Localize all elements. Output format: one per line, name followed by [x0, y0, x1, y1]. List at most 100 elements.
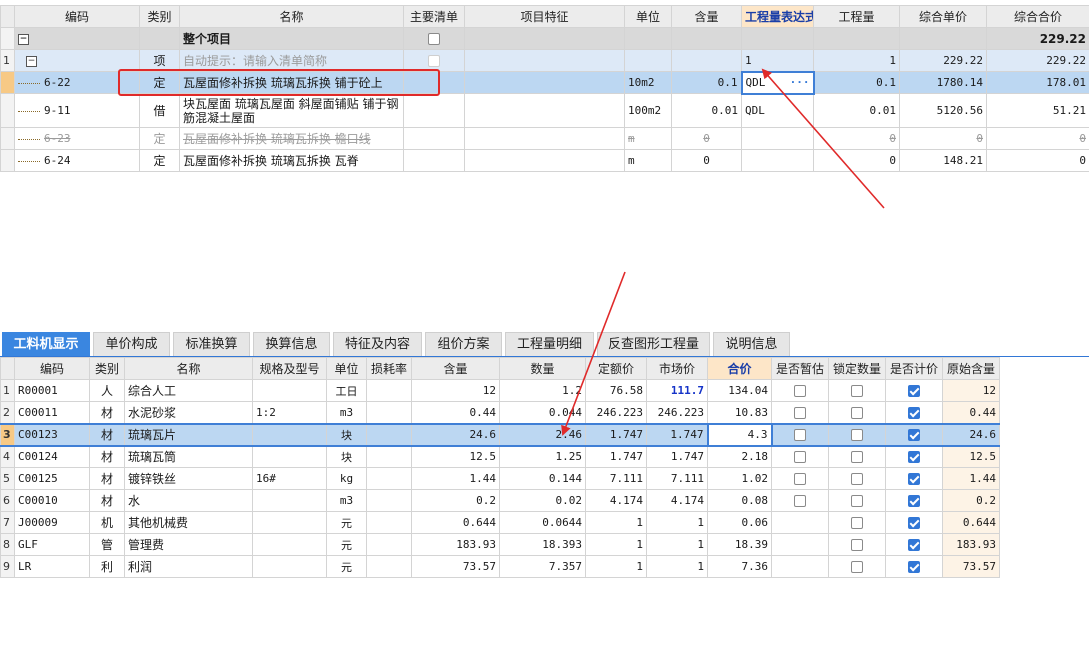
whole-project-row[interactable]: − 整个项目 229.22: [0, 27, 1089, 50]
temporary-checkbox-cell[interactable]: [771, 511, 829, 534]
tab-quantity-detail[interactable]: 工程量明细: [505, 332, 594, 356]
unit-cell[interactable]: 10m2: [624, 71, 672, 94]
resource-row[interactable]: 4 C00124 材琉璃瓦筒块 12.5 1.25 1.747 1.747 2.18 12.5: [0, 445, 1000, 468]
content-cell[interactable]: [671, 49, 742, 72]
qty-cell[interactable]: 0.01: [813, 93, 900, 128]
tab-pricing-scheme[interactable]: 组价方案: [425, 332, 502, 356]
resource-row[interactable]: 9 LR 利利润元 73.57 7.357 1 1 7.36 73.57: [0, 555, 1000, 578]
quantity-cell[interactable]: 0.044: [499, 401, 586, 424]
col-features[interactable]: 项目特征: [464, 5, 625, 28]
unit-cell[interactable]: kg: [326, 467, 367, 490]
lock-quantity-checkbox[interactable]: [851, 451, 863, 464]
quota-row[interactable]: 6-24 定 瓦屋面修补拆换 琉璃瓦拆换 瓦脊 m 0 0 148.21 0: [0, 149, 1089, 172]
lock-quantity-checkbox-cell[interactable]: [828, 467, 886, 490]
is-priced-checkbox[interactable]: [908, 517, 920, 529]
name-cell[interactable]: 管理费: [124, 533, 253, 556]
market-price-cell[interactable]: 7.111: [646, 467, 708, 490]
code-cell[interactable]: C00124: [14, 445, 90, 468]
lock-quantity-checkbox[interactable]: [851, 561, 863, 573]
loss-rate-cell[interactable]: [366, 422, 412, 447]
content-cell[interactable]: 12.5: [411, 445, 500, 468]
content-cell[interactable]: 0.644: [411, 511, 500, 534]
name-cell[interactable]: 综合人工: [124, 379, 253, 402]
is-priced-checkbox[interactable]: [908, 451, 920, 464]
name-cell[interactable]: 水: [124, 489, 253, 512]
loss-rate-cell[interactable]: [366, 467, 412, 490]
qty-cell[interactable]: 0.1: [813, 71, 900, 94]
temporary-checkbox-cell[interactable]: [771, 422, 829, 447]
market-price-cell[interactable]: 1.747: [646, 445, 708, 468]
col-unit[interactable]: 单位: [624, 5, 672, 28]
temporary-checkbox-cell[interactable]: [771, 401, 829, 424]
content-cell[interactable]: 183.93: [411, 533, 500, 556]
code-cell[interactable]: C00010: [14, 489, 90, 512]
content-cell[interactable]: 1.44: [411, 467, 500, 490]
content-cell[interactable]: 0.1: [671, 71, 742, 94]
market-price-cell[interactable]: 111.7: [646, 379, 708, 402]
quantity-cell[interactable]: 1.25: [499, 445, 586, 468]
unit-cell[interactable]: 100m2: [624, 93, 672, 128]
col-content[interactable]: 含量: [411, 357, 500, 380]
quota-row-disabled[interactable]: 6-23 定 瓦屋面修补拆换 琉璃瓦拆换 檐口线 m 0 0 0 0: [0, 127, 1089, 150]
unit-cell[interactable]: m: [624, 127, 672, 150]
temporary-checkbox[interactable]: [794, 429, 807, 441]
lock-quantity-checkbox[interactable]: [851, 429, 863, 441]
quantity-cell[interactable]: 2.46: [499, 422, 586, 447]
temporary-checkbox-cell[interactable]: [771, 467, 829, 490]
is-priced-checkbox-cell[interactable]: [885, 401, 943, 424]
col-lock-quantity[interactable]: 锁定数量: [828, 357, 886, 380]
main-list-cell[interactable]: [403, 49, 465, 72]
spec-cell[interactable]: [252, 511, 327, 534]
features-cell[interactable]: [464, 127, 625, 150]
tab-labor-material-machine[interactable]: 工料机显示: [2, 332, 90, 356]
code-cell[interactable]: C00125: [14, 467, 90, 490]
name-cell[interactable]: 琉璃瓦筒: [124, 445, 253, 468]
col-unit-price[interactable]: 综合单价: [899, 5, 987, 28]
is-priced-checkbox-cell[interactable]: [885, 533, 943, 556]
col-name[interactable]: 名称: [179, 5, 404, 28]
is-priced-checkbox[interactable]: [908, 385, 920, 397]
is-priced-checkbox-cell[interactable]: [885, 511, 943, 534]
spec-cell[interactable]: [252, 445, 327, 468]
spec-cell[interactable]: [252, 533, 327, 556]
ellipsis-button[interactable]: ···: [790, 76, 810, 89]
market-price-cell[interactable]: 4.174: [646, 489, 708, 512]
unit-cell[interactable]: 工日: [326, 379, 367, 402]
name-cell[interactable]: 镀锌铁丝: [124, 467, 253, 490]
lock-quantity-checkbox-cell[interactable]: [828, 422, 886, 447]
code-cell[interactable]: −: [14, 49, 140, 72]
tab-description[interactable]: 说明信息: [713, 332, 790, 356]
collapse-icon[interactable]: −: [18, 33, 29, 45]
tab-reverse-graphic-quantity[interactable]: 反查图形工程量: [597, 332, 710, 356]
resource-row[interactable]: 5 C00125 材镀锌铁丝 16# kg 1.44 0.144 7.111 7.111 1.02…: [0, 467, 1000, 490]
name-cell[interactable]: 整个项目: [179, 27, 404, 50]
unit-cell[interactable]: 块: [326, 422, 367, 447]
content-cell[interactable]: 0: [671, 127, 742, 150]
col-total[interactable]: 合价: [707, 357, 772, 380]
col-quantity[interactable]: 数量: [499, 357, 586, 380]
temporary-checkbox[interactable]: [794, 495, 806, 507]
code-cell[interactable]: −: [14, 27, 140, 50]
unit-cell[interactable]: [624, 49, 672, 72]
col-temporary[interactable]: 是否暂估: [771, 357, 829, 380]
qty-cell[interactable]: 0: [813, 127, 900, 150]
name-cell[interactable]: 块瓦屋面 琉璃瓦屋面 斜屋面铺贴 铺于钢筋混凝土屋面: [179, 93, 404, 128]
content-cell[interactable]: 0.01: [671, 93, 742, 128]
code-cell[interactable]: 9-11: [14, 93, 140, 128]
temporary-checkbox-cell[interactable]: [771, 555, 829, 578]
col-type[interactable]: 类别: [139, 5, 180, 28]
code-cell[interactable]: 6-24: [14, 149, 140, 172]
col-market-price[interactable]: 市场价: [646, 357, 708, 380]
unit-cell[interactable]: 元: [326, 511, 367, 534]
content-cell[interactable]: 0.44: [411, 401, 500, 424]
name-cell[interactable]: 琉璃瓦片: [124, 422, 253, 447]
quantity-cell[interactable]: 18.393: [499, 533, 586, 556]
col-quantity[interactable]: 工程量: [813, 5, 900, 28]
features-cell[interactable]: [464, 93, 625, 128]
temporary-checkbox-cell[interactable]: [771, 379, 829, 402]
quantity-cell[interactable]: 7.357: [499, 555, 586, 578]
market-price-cell[interactable]: 1: [646, 533, 708, 556]
resource-row-selected[interactable]: 3 C00123 材琉璃瓦片块 24.6 2.46 1.747 1.747 4.3 24.6: [0, 422, 1000, 447]
tab-features-content[interactable]: 特征及内容: [333, 332, 422, 356]
resource-row[interactable]: 6 C00010 材水 m3 0.2 0.02 4.174 4.174 0.08 0.2: [0, 489, 1000, 512]
